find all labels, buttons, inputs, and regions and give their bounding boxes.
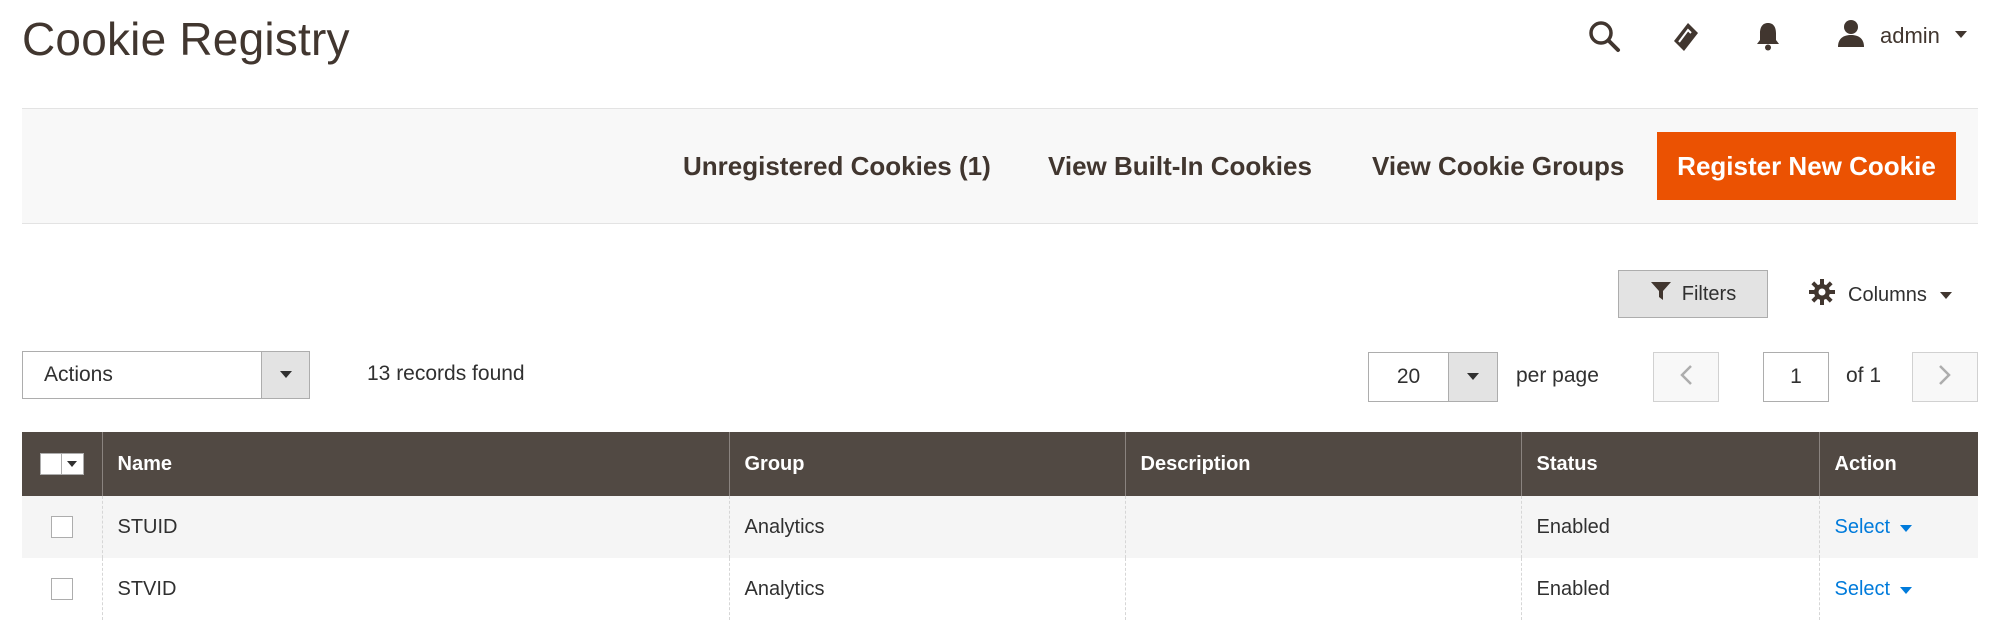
bell-icon[interactable] [1750, 18, 1786, 54]
next-page-button[interactable] [1912, 352, 1978, 402]
chevron-down-icon [1900, 516, 1913, 539]
total-pages-label: of 1 [1846, 364, 1882, 387]
select-all-checkbox[interactable] [39, 453, 62, 475]
row-checkbox-cell [22, 558, 103, 620]
chevron-right-icon [1938, 364, 1952, 391]
per-page-value: 20 [1396, 365, 1421, 388]
row-checkbox[interactable] [50, 578, 73, 600]
bolt-icon[interactable] [1667, 18, 1703, 54]
column-header-action: Action [1819, 432, 1978, 496]
column-header-name[interactable]: Name [102, 432, 730, 496]
cookies-grid: Name Group Description Status Action STU… [22, 432, 1978, 620]
chevron-down-icon [1448, 353, 1497, 401]
chevron-down-icon [1939, 284, 1953, 307]
search-icon[interactable] [1586, 18, 1622, 54]
table-row: STUID Analytics Enabled Select [22, 496, 1978, 558]
page-title: Cookie Registry [22, 13, 350, 65]
view-cookie-groups-link[interactable]: View Cookie Groups [1372, 151, 1624, 182]
chevron-down-icon [261, 352, 309, 398]
cell-name: STUID [102, 496, 730, 558]
column-header-group[interactable]: Group [729, 432, 1126, 496]
table-row: STVID Analytics Enabled Select [22, 558, 1978, 620]
filters-button[interactable]: Filters [1618, 270, 1768, 318]
mass-actions-label: Actions [44, 363, 113, 386]
user-name: admin [1880, 22, 1940, 48]
unregistered-cookies-link[interactable]: Unregistered Cookies (1) [683, 151, 991, 182]
columns-control[interactable]: Columns [1808, 278, 1953, 312]
gear-icon [1808, 278, 1836, 312]
cell-action: Select [1819, 558, 1978, 620]
cell-group: Analytics [729, 496, 1126, 558]
row-action-select[interactable]: Select [1835, 516, 1913, 539]
cell-description [1125, 558, 1522, 620]
cell-name: STVID [102, 558, 730, 620]
column-header-description[interactable]: Description [1125, 432, 1522, 496]
mass-select-header [22, 432, 103, 496]
user-menu[interactable]: admin [1836, 18, 1968, 53]
mass-actions-select[interactable]: Actions [22, 351, 310, 399]
cell-status: Enabled [1521, 558, 1820, 620]
chevron-down-icon [1900, 578, 1913, 601]
records-count: 13 records found [367, 362, 525, 385]
filter-icon [1650, 281, 1672, 307]
chevron-down-icon [1954, 27, 1968, 45]
user-icon [1836, 18, 1866, 53]
cell-action: Select [1819, 496, 1978, 558]
columns-label: Columns [1848, 283, 1927, 306]
filters-label: Filters [1681, 282, 1737, 305]
cell-group: Analytics [729, 558, 1126, 620]
grid-header-row: Name Group Description Status Action [22, 432, 1978, 496]
row-checkbox[interactable] [50, 516, 73, 538]
per-page-label: per page [1516, 364, 1599, 387]
column-header-status[interactable]: Status [1521, 432, 1820, 496]
per-page-select[interactable]: 20 [1368, 352, 1498, 402]
row-action-select[interactable]: Select [1835, 578, 1913, 601]
mass-select-dropdown[interactable] [61, 453, 84, 475]
row-action-label: Select [1834, 515, 1891, 538]
view-built-in-cookies-link[interactable]: View Built-In Cookies [1048, 151, 1312, 182]
chevron-left-icon [1679, 364, 1693, 391]
previous-page-button[interactable] [1653, 352, 1719, 402]
cell-description [1125, 496, 1522, 558]
register-new-cookie-button[interactable]: Register New Cookie [1657, 132, 1956, 200]
cell-status: Enabled [1521, 496, 1820, 558]
current-page-input[interactable] [1763, 352, 1829, 402]
row-checkbox-cell [22, 496, 103, 558]
row-action-label: Select [1834, 577, 1891, 600]
